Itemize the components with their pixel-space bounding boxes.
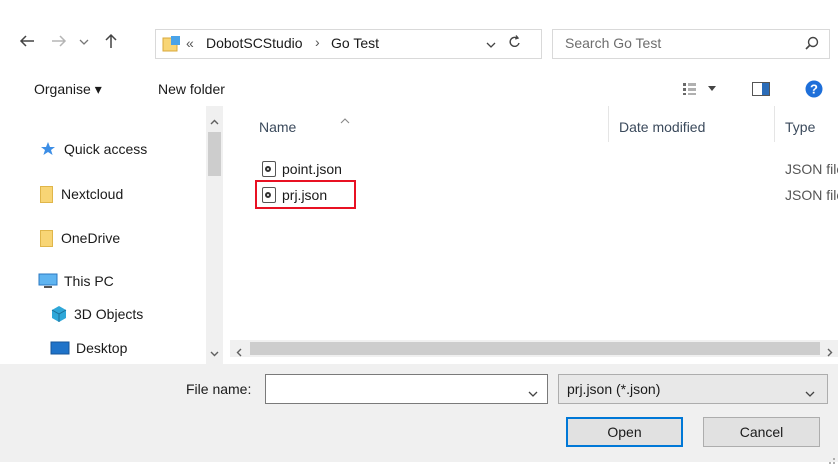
change-view-button[interactable]	[682, 82, 718, 99]
dialog-footer: File name: prj.json (*.json) Open Cancel	[0, 364, 838, 464]
column-header-name[interactable]: Name	[259, 119, 296, 135]
resize-grip-icon[interactable]	[826, 452, 836, 468]
file-row-point-json[interactable]: point.json	[262, 157, 342, 181]
navigation-pane: Quick access Nextcloud OneDrive This PC …	[0, 106, 230, 364]
folder-icon	[40, 185, 53, 203]
star-icon	[41, 142, 55, 155]
scroll-up-icon[interactable]	[210, 114, 219, 128]
file-type-filter-select[interactable]: prj.json (*.json)	[558, 374, 828, 404]
preview-pane-icon	[752, 82, 770, 96]
search-input[interactable]: Search Go Test	[565, 35, 661, 51]
refresh-button[interactable]	[508, 34, 522, 53]
chevron-down-icon	[486, 42, 496, 48]
chevron-down-icon[interactable]	[805, 385, 815, 401]
preview-pane-button[interactable]	[752, 82, 770, 99]
folder-icon	[40, 229, 53, 247]
sidebar-item-onedrive[interactable]: OneDrive	[40, 225, 120, 251]
svg-text:?: ?	[810, 82, 818, 97]
up-button[interactable]	[100, 32, 122, 55]
organise-menu-button[interactable]: Organise ▾	[34, 81, 102, 98]
file-list-h-scrollbar[interactable]	[230, 340, 838, 357]
scrollbar-thumb[interactable]	[208, 132, 221, 176]
sidebar-item-quick-access[interactable]: Quick access	[40, 136, 147, 162]
back-button[interactable]	[16, 33, 38, 54]
sidebar-item-label: Desktop	[76, 340, 128, 356]
json-file-icon	[262, 161, 276, 177]
sidebar-item-label: OneDrive	[61, 230, 121, 246]
chevron-down-icon[interactable]	[528, 385, 538, 401]
file-row-prj-json[interactable]: prj.json	[262, 183, 327, 207]
column-header-date-modified[interactable]: Date modified	[619, 119, 705, 135]
sidebar-item-nextcloud[interactable]: Nextcloud	[40, 181, 123, 207]
scroll-right-icon[interactable]	[827, 344, 833, 360]
column-header-type[interactable]: Type	[785, 119, 815, 135]
file-type-filter-value: prj.json (*.json)	[567, 381, 661, 397]
sort-indicator-icon	[340, 111, 350, 127]
sidebar-item-desktop[interactable]: Desktop	[50, 335, 127, 361]
scroll-down-icon[interactable]	[210, 346, 219, 360]
refresh-icon	[509, 35, 520, 47]
help-icon: ?	[805, 80, 823, 98]
search-icon[interactable]	[805, 36, 819, 53]
file-type: JSON file	[785, 161, 838, 177]
sidebar-item-label: 3D Objects	[74, 306, 144, 322]
sidebar-item-this-pc[interactable]: This PC	[38, 268, 114, 294]
open-button[interactable]: Open	[566, 417, 683, 447]
desktop-icon	[50, 341, 70, 355]
up-arrow-icon	[105, 33, 117, 48]
address-bar[interactable]: « DobotSCStudio › Go Test	[155, 29, 542, 59]
file-name-combobox[interactable]	[265, 374, 548, 404]
breadcrumb-separator[interactable]: ›	[315, 34, 320, 50]
view-options-icon	[683, 83, 716, 95]
new-folder-button[interactable]: New folder	[158, 81, 225, 97]
address-dropdown-button[interactable]	[486, 37, 496, 53]
back-arrow-icon	[19, 35, 34, 47]
sidebar-scrollbar[interactable]	[206, 106, 223, 364]
scroll-left-icon[interactable]	[236, 344, 242, 360]
forward-arrow-icon	[52, 35, 67, 47]
chevron-down-icon	[79, 39, 89, 45]
cube-icon	[51, 306, 67, 322]
folder-icon	[162, 35, 182, 56]
breadcrumb-go-test[interactable]: Go Test	[331, 35, 379, 51]
sidebar-item-label: This PC	[64, 273, 114, 289]
search-box[interactable]: Search Go Test	[552, 29, 830, 59]
column-divider[interactable]	[608, 106, 609, 142]
json-file-icon	[262, 187, 276, 203]
breadcrumb-dobotscstudio[interactable]: DobotSCStudio	[206, 35, 303, 51]
address-overflow[interactable]: «	[186, 35, 194, 51]
recent-locations-button[interactable]	[76, 34, 92, 52]
cancel-button[interactable]: Cancel	[703, 417, 820, 447]
help-button[interactable]: ?	[805, 80, 823, 101]
forward-button[interactable]	[48, 33, 70, 54]
sidebar-item-label: Quick access	[64, 141, 148, 157]
scrollbar-thumb[interactable]	[250, 342, 820, 355]
sidebar-item-label: Nextcloud	[61, 186, 124, 202]
sidebar-item-3d-objects[interactable]: 3D Objects	[50, 301, 143, 327]
file-name: prj.json	[282, 187, 328, 203]
file-type: JSON file	[785, 187, 838, 203]
column-divider[interactable]	[774, 106, 775, 142]
file-name-label: File name:	[186, 381, 252, 397]
computer-icon	[38, 273, 58, 288]
file-name: point.json	[282, 161, 342, 177]
